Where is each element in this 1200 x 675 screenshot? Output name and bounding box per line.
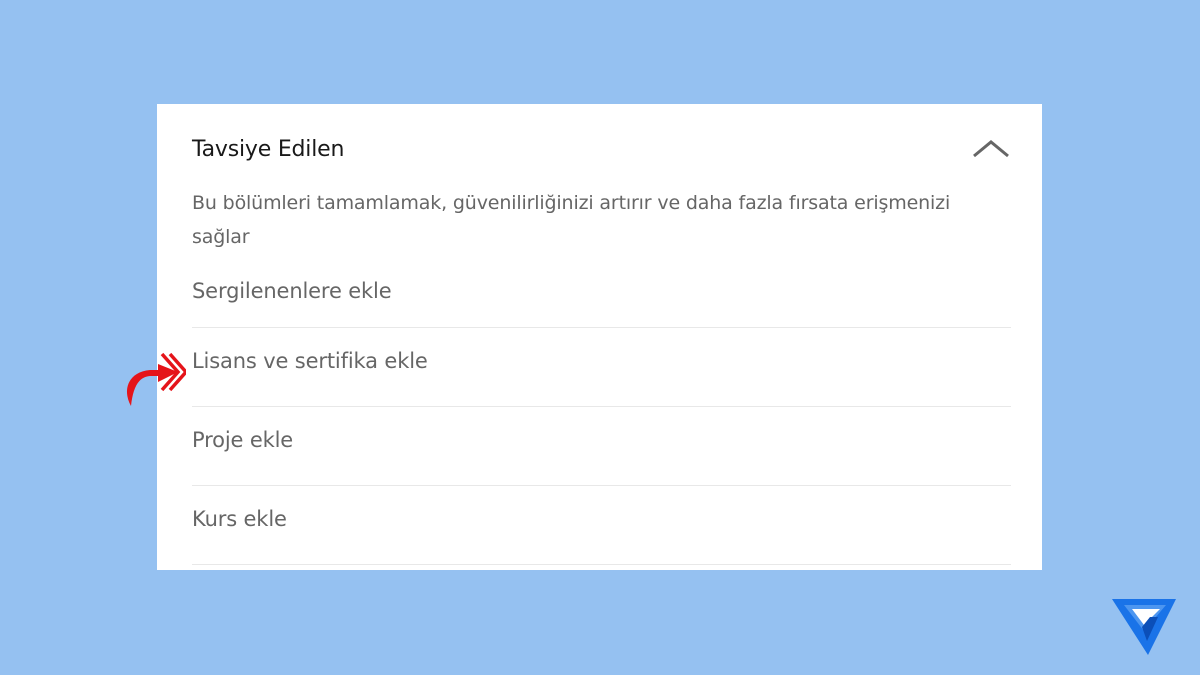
curved-arrow-icon [126, 352, 186, 406]
list-item-label: Kurs ekle [192, 507, 287, 531]
list-item-label: Lisans ve sertifika ekle [192, 349, 428, 373]
list-item-add-project[interactable]: Proje ekle [192, 407, 1011, 486]
list-item-add-course[interactable]: Kurs ekle [192, 486, 1011, 565]
list-item-label: Sergilenenlere ekle [192, 279, 392, 303]
list-item-add-featured[interactable]: Sergilenenlere ekle [192, 271, 1011, 328]
list-item-label: Proje ekle [192, 428, 294, 452]
recommended-items-list: Sergilenenlere ekle Lisans ve sertifika … [192, 271, 1011, 565]
section-title: Tavsiye Edilen [192, 137, 345, 162]
chevron-up-icon [973, 140, 1009, 158]
section-description: Bu bölümleri tamamlamak, güvenilirliğini… [192, 192, 951, 248]
card-header: Tavsiye Edilen [192, 134, 1010, 166]
list-item-add-license-certificate[interactable]: Lisans ve sertifika ekle [192, 328, 1011, 407]
triangle-v-logo-icon [1112, 599, 1176, 655]
collapse-toggle-button[interactable] [972, 134, 1010, 166]
recommended-sections-card: Tavsiye Edilen Bu bölümleri tamamlamak, … [157, 104, 1042, 570]
